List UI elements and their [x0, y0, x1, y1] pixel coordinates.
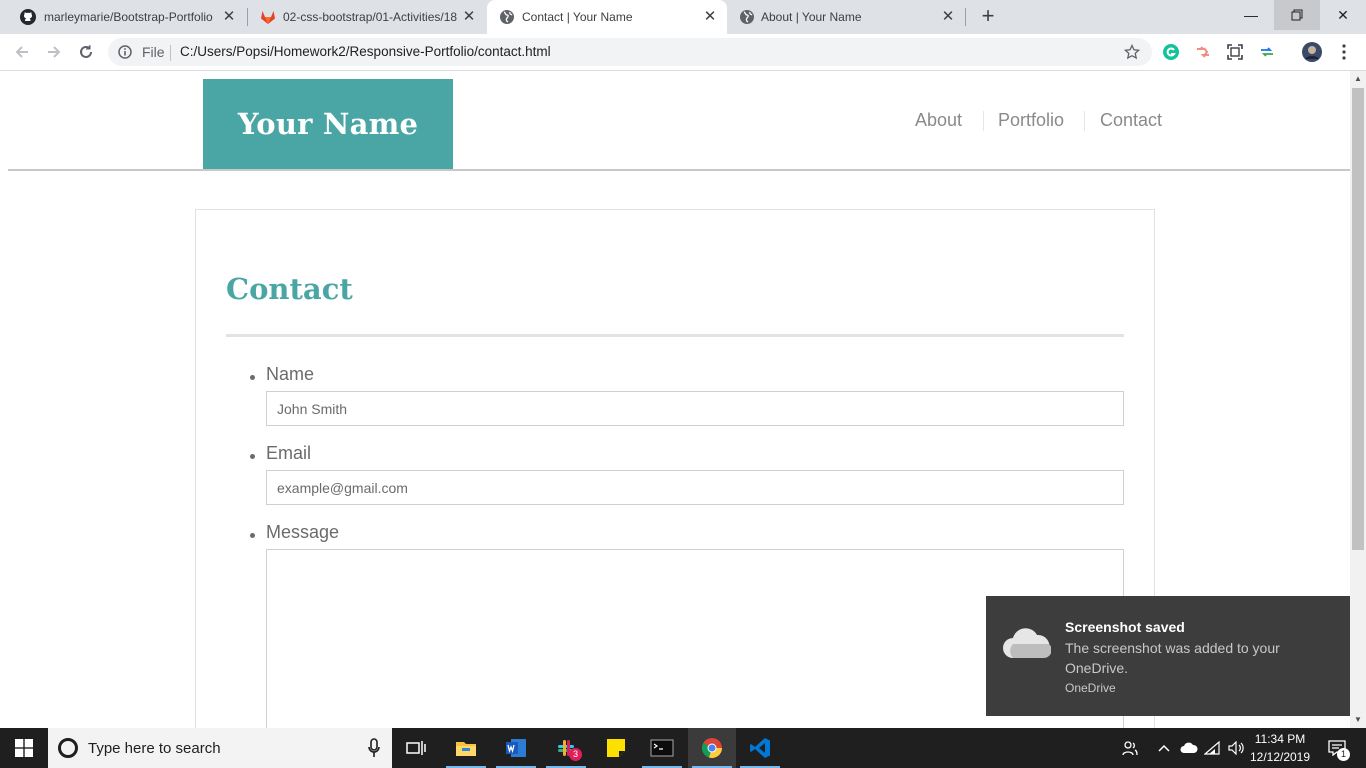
cortana-icon	[58, 738, 78, 758]
terminal-icon[interactable]	[638, 728, 686, 768]
tab-close-icon[interactable]: ✕	[703, 9, 717, 24]
tab-title: About | Your Name	[761, 10, 862, 24]
onedrive-tray-icon[interactable]	[1178, 728, 1200, 768]
people-icon[interactable]	[1118, 728, 1142, 768]
sync-arrows-icon[interactable]	[1257, 42, 1277, 62]
gitlab-icon	[261, 11, 275, 24]
onedrive-notification[interactable]: Screenshot saved The screenshot was adde…	[986, 596, 1350, 716]
list-bullet	[250, 533, 255, 538]
tab-about[interactable]: About | Your Name ✕	[727, 0, 965, 34]
slack-badge: 3	[569, 748, 582, 761]
header-divider	[8, 169, 1350, 171]
site-brand[interactable]: Your Name	[203, 79, 453, 169]
extension-arrows-icon[interactable]	[1193, 42, 1213, 62]
chevron-up-icon[interactable]	[1154, 728, 1174, 768]
name-label: Name	[266, 364, 315, 384]
github-icon	[20, 9, 36, 25]
vertical-scrollbar[interactable]: ▲ ▼	[1350, 71, 1366, 728]
tab-github[interactable]: marleymarie/Bootstrap-Portfolio ✕	[8, 0, 246, 34]
name-field[interactable]	[266, 391, 1124, 426]
tab-title: marleymarie/Bootstrap-Portfolio	[44, 10, 213, 24]
chrome-menu-icon[interactable]	[1334, 42, 1354, 62]
tab-close-icon[interactable]: ✕	[941, 9, 955, 24]
brand-text: Your Name	[237, 107, 419, 141]
microphone-icon[interactable]	[368, 738, 380, 758]
sticky-notes-icon[interactable]	[592, 728, 640, 768]
onedrive-cloud-icon	[1003, 628, 1051, 659]
clock-date: 12/12/2019	[1249, 750, 1311, 764]
title-divider	[226, 334, 1124, 337]
vscode-icon[interactable]	[736, 728, 784, 768]
clock-time: 11:34 PM	[1254, 732, 1306, 746]
wifi-icon[interactable]	[1202, 728, 1224, 768]
minimize-icon[interactable]: —	[1228, 0, 1274, 30]
globe-icon	[740, 10, 754, 24]
tab-divider	[965, 8, 966, 26]
tab-contact[interactable]: Contact | Your Name ✕	[487, 0, 727, 34]
taskbar-search[interactable]: Type here to search	[48, 728, 392, 768]
nav-divider	[983, 111, 984, 131]
email-field[interactable]	[266, 470, 1124, 505]
notification-app: OneDrive	[1065, 681, 1116, 695]
message-label: Message	[266, 522, 340, 542]
notification-count: 1	[1337, 748, 1350, 761]
bookmark-star-icon[interactable]	[1124, 44, 1140, 60]
tab-close-icon[interactable]: ✕	[462, 9, 476, 24]
url-text[interactable]: C:/Users/Popsi/Homework2/Responsive-Port…	[180, 44, 551, 59]
scroll-down-arrow-icon[interactable]: ▼	[1350, 712, 1366, 728]
scroll-up-arrow-icon[interactable]: ▲	[1350, 71, 1366, 87]
close-window-icon[interactable]: ✕	[1320, 0, 1366, 30]
nav-divider	[1084, 111, 1085, 131]
list-bullet	[250, 454, 255, 459]
address-bar[interactable]: File C:/Users/Popsi/Homework2/Responsive…	[108, 38, 1152, 66]
volume-icon[interactable]	[1226, 728, 1248, 768]
tab-gitlab[interactable]: 02-css-bootstrap/01-Activities/18 ✕	[248, 0, 486, 34]
screen-capture-icon[interactable]	[1225, 42, 1245, 62]
omnibox-divider	[170, 45, 171, 61]
list-bullet	[250, 375, 255, 380]
tab-title: 02-css-bootstrap/01-Activities/18	[283, 10, 458, 24]
word-icon[interactable]	[492, 728, 540, 768]
task-view-icon[interactable]	[392, 728, 440, 768]
page-title: Contact	[226, 272, 353, 306]
restore-icon[interactable]	[1274, 0, 1320, 30]
scroll-thumb[interactable]	[1352, 88, 1364, 550]
tab-close-icon[interactable]: ✕	[222, 9, 236, 24]
windows-start-icon[interactable]	[0, 728, 48, 768]
tab-strip: marleymarie/Bootstrap-Portfolio ✕ 02-css…	[0, 0, 1366, 34]
scheme-label: File	[142, 44, 165, 60]
chrome-icon[interactable]	[688, 728, 736, 768]
new-tab-plus-icon[interactable]: +	[977, 5, 999, 28]
notification-title: Screenshot saved	[1065, 619, 1185, 635]
back-arrow-icon[interactable]	[10, 40, 34, 64]
grammarly-icon[interactable]	[1161, 42, 1181, 62]
nav-contact[interactable]: Contact	[1100, 110, 1162, 131]
forward-arrow-icon[interactable]	[42, 40, 66, 64]
action-center-icon[interactable]: 1	[1322, 728, 1352, 768]
browser-toolbar: File C:/Users/Popsi/Homework2/Responsive…	[0, 34, 1366, 71]
slack-icon[interactable]: 3	[542, 728, 590, 768]
nav-about[interactable]: About	[915, 110, 962, 131]
reload-icon[interactable]	[74, 40, 98, 64]
info-icon[interactable]	[118, 45, 132, 59]
taskbar: Type here to search 3 11:34 PM 12/12/201…	[0, 728, 1366, 768]
email-label: Email	[266, 443, 312, 463]
notification-body: The screenshot was added to your OneDriv…	[1065, 640, 1280, 676]
nav-portfolio[interactable]: Portfolio	[998, 110, 1064, 131]
tab-title: Contact | Your Name	[522, 10, 633, 24]
system-clock[interactable]: 11:34 PM 12/12/2019	[1248, 730, 1312, 766]
globe-icon	[500, 10, 514, 24]
file-explorer-icon[interactable]	[442, 728, 490, 768]
search-placeholder: Type here to search	[88, 740, 221, 757]
profile-avatar[interactable]	[1302, 42, 1322, 62]
